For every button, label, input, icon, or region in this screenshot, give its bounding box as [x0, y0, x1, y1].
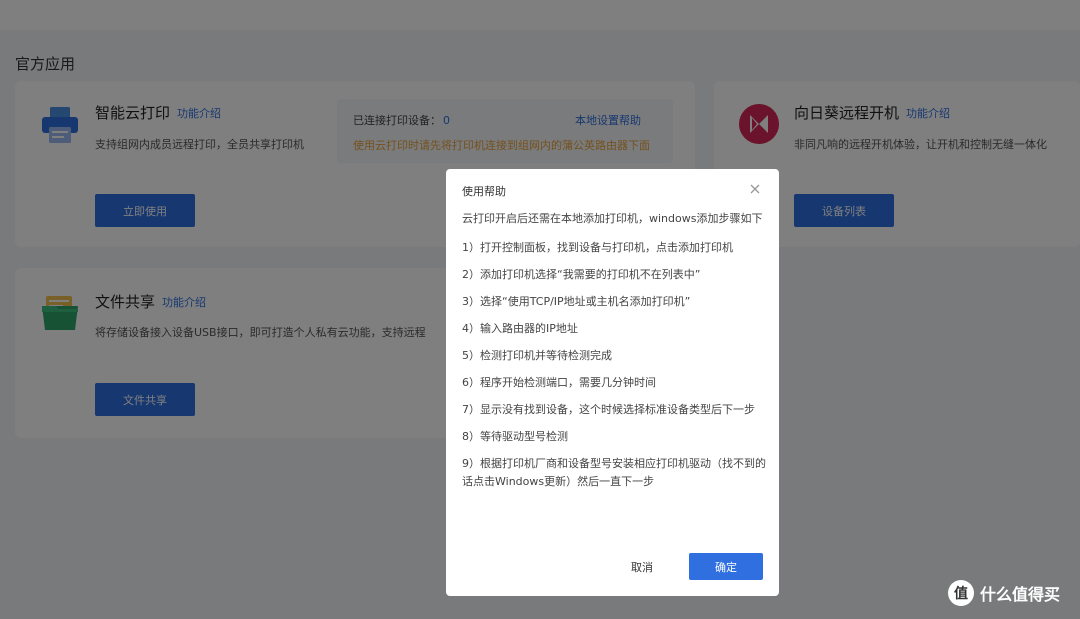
- dialog-intro: 云打印开启后还需在本地添加打印机，windows添加步骤如下: [462, 212, 763, 225]
- help-step: 6）程序开始检测端口，需要几分钟时间: [462, 376, 656, 389]
- watermark: 值 什么值得买: [948, 580, 1060, 606]
- help-step: 3）选择“使用TCP/IP地址或主机名添加打印机”: [462, 295, 691, 308]
- help-step: 4）输入路由器的IP地址: [462, 322, 578, 335]
- help-step: 7）显示没有找到设备，这个时候选择标准设备类型后下一步: [462, 403, 755, 416]
- help-dialog: 使用帮助 云打印开启后还需在本地添加打印机，windows添加步骤如下 1）打开…: [446, 169, 779, 596]
- help-step: 5）检测打印机并等待检测完成: [462, 349, 612, 362]
- help-step: 8）等待驱动型号检测: [462, 430, 568, 443]
- watermark-logo: 值: [948, 580, 974, 606]
- watermark-text: 什么值得买: [980, 585, 1061, 604]
- help-step: 1）打开控制面板，找到设备与打印机，点击添加打印机: [462, 241, 733, 254]
- help-step: 2）添加打印机选择“我需要的打印机不在列表中”: [462, 268, 701, 281]
- dialog-body: 云打印开启后还需在本地添加打印机，windows添加步骤如下 1）打开控制面板，…: [462, 210, 766, 500]
- dialog-title: 使用帮助: [462, 185, 506, 198]
- close-icon[interactable]: [748, 182, 762, 196]
- cancel-button[interactable]: 取消: [614, 555, 670, 579]
- help-step: 9）根据打印机厂商和设备型号安装相应打印机驱动（找不到的话点击Windows更新…: [462, 457, 766, 488]
- confirm-button[interactable]: 确定: [689, 553, 763, 580]
